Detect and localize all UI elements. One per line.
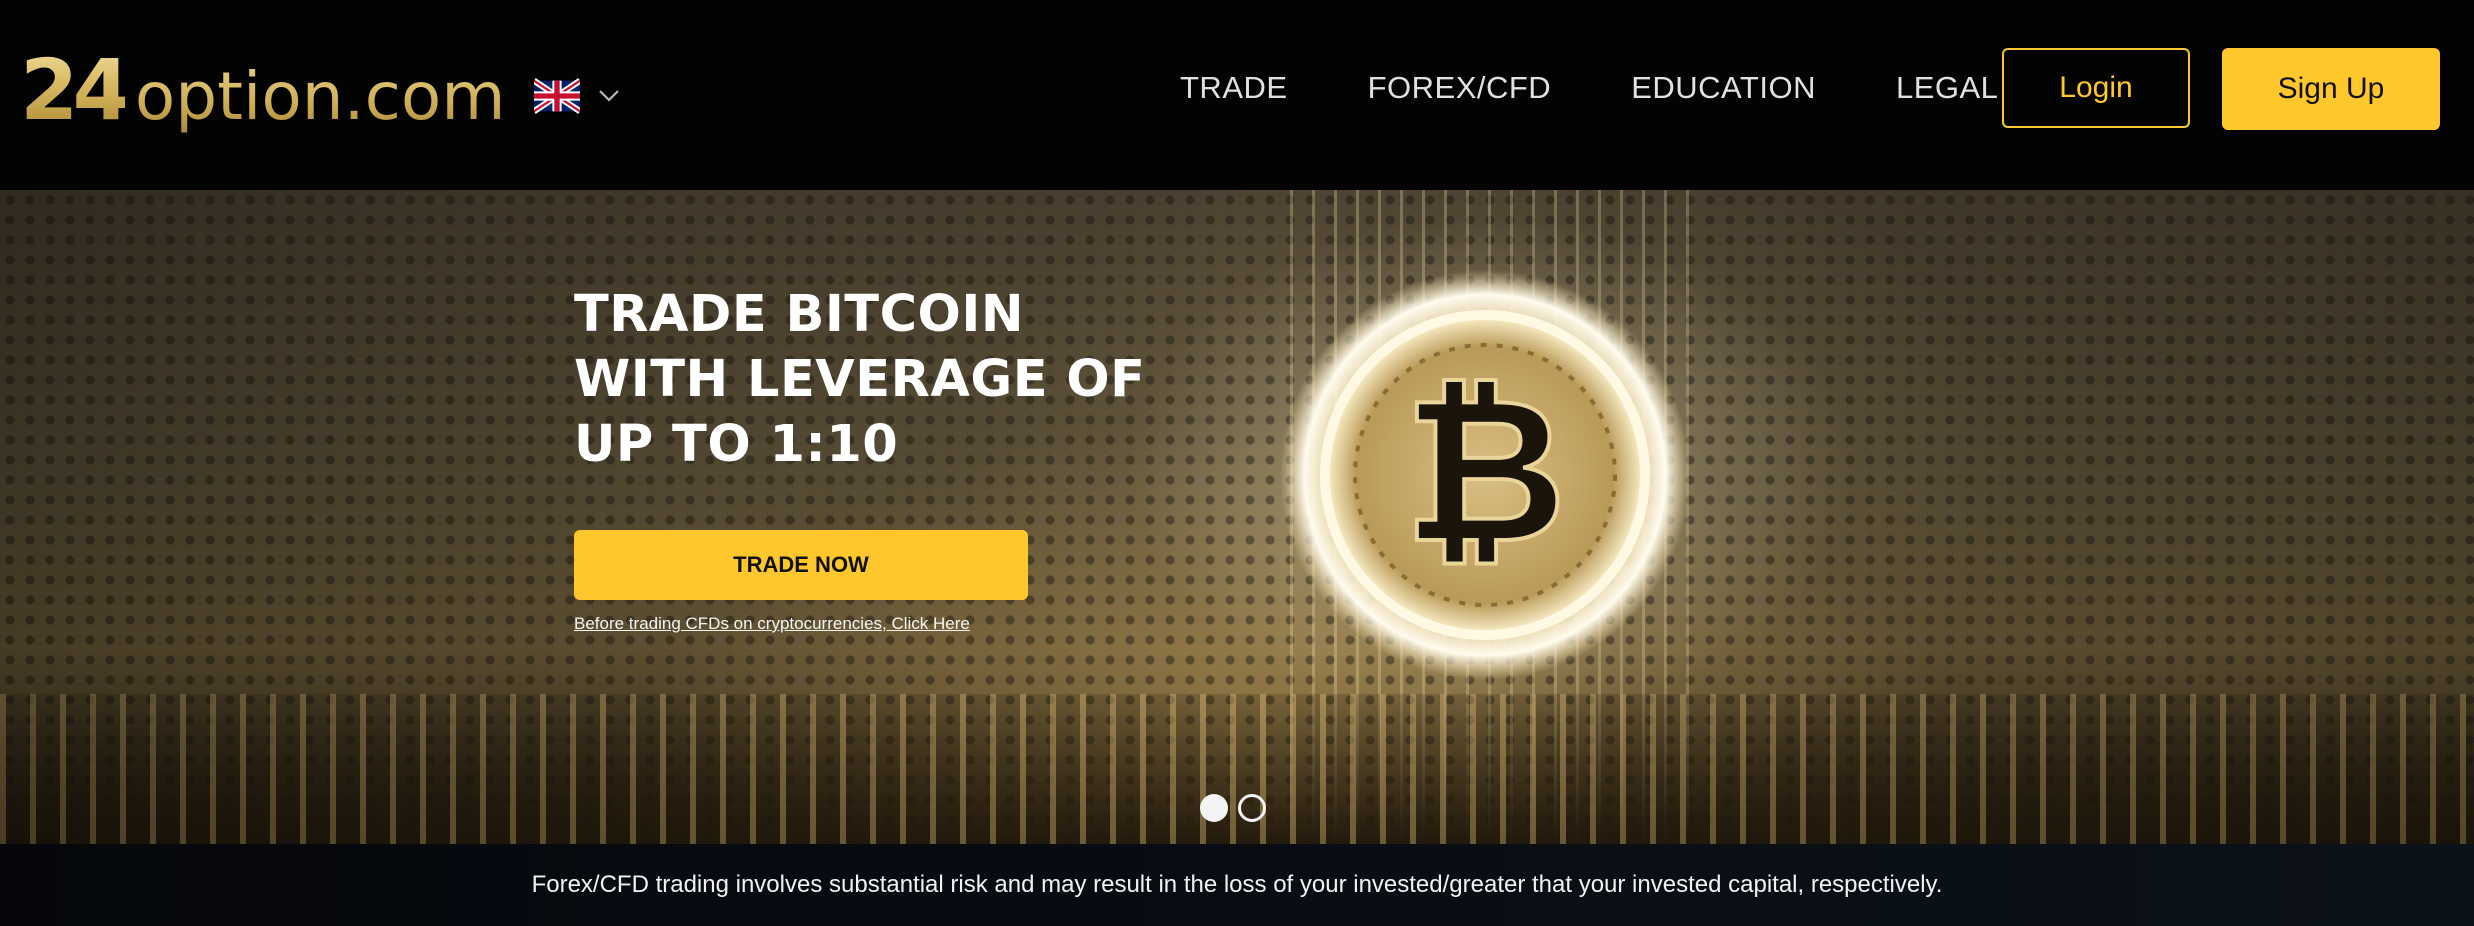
nav-forex-cfd[interactable]: FOREX/CFD <box>1368 62 1552 114</box>
carousel-dot-2[interactable] <box>1238 794 1266 822</box>
nav-education[interactable]: EDUCATION <box>1631 62 1816 114</box>
hero-shade <box>0 190 2474 844</box>
hero-headline-line-2: WITH LEVERAGE OF <box>574 350 1146 409</box>
chevron-down-icon <box>599 90 619 102</box>
logo-wordmark: option.com <box>135 47 506 147</box>
trade-now-button[interactable]: TRADE NOW <box>574 530 1028 600</box>
login-button[interactable]: Login <box>2002 48 2190 128</box>
site-logo[interactable]: 24 option.com <box>20 40 506 140</box>
hero-banner: ₿ TRADE BITCOIN WITH LEVERAGE OF UP TO 1… <box>0 190 2474 844</box>
logo-number: 24 <box>20 41 131 139</box>
site-header: 24 option.com TRADE FOREX/CFD EDUCATION … <box>0 0 2474 190</box>
main-nav: TRADE FOREX/CFD EDUCATION LEGAL <box>1180 62 1998 114</box>
hero-headline: TRADE BITCOIN WITH LEVERAGE OF UP TO 1:1… <box>574 282 1194 477</box>
risk-disclaimer-bar: Forex/CFD trading involves substantial r… <box>0 844 2474 926</box>
svg-text:₿: ₿ <box>1404 355 1567 588</box>
hero-headline-line-1: TRADE BITCOIN <box>574 285 1025 344</box>
language-selector[interactable] <box>534 78 620 114</box>
nav-legal[interactable]: LEGAL <box>1896 62 1998 114</box>
signup-button[interactable]: Sign Up <box>2222 48 2440 130</box>
hero-headline-line-3: UP TO 1:10 <box>574 415 899 474</box>
carousel-dot-1[interactable] <box>1200 794 1228 822</box>
uk-flag-icon <box>534 78 580 114</box>
carousel-indicators <box>1200 794 1266 822</box>
bitcoin-coin-icon: ₿ <box>1280 270 1690 680</box>
crypto-cfd-info-link[interactable]: Before trading CFDs on cryptocurrencies,… <box>574 614 970 634</box>
nav-trade[interactable]: TRADE <box>1180 62 1288 114</box>
risk-disclaimer-text: Forex/CFD trading involves substantial r… <box>531 871 1943 898</box>
